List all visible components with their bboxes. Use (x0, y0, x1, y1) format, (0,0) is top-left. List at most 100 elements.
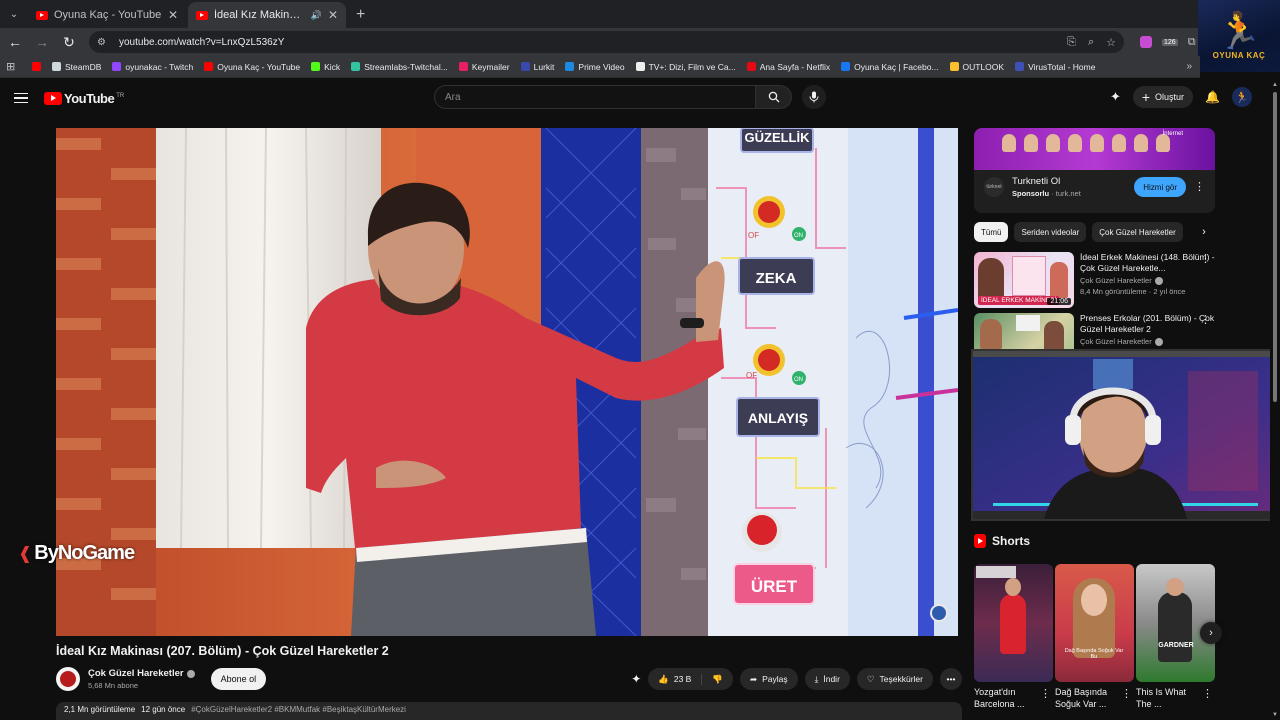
chip-all[interactable]: Tümü (974, 222, 1009, 242)
audio-playing-icon[interactable]: 🔊 (311, 10, 322, 21)
logo-label: OYUNA KAÇ (1212, 50, 1266, 60)
youtube-favicon-icon (36, 10, 48, 20)
sponsored-ad-card[interactable]: İnternet türknet Turknetli Ol Sponsorlu … (974, 128, 1215, 213)
browser-tab[interactable]: Oyuna Kaç - YouTube ✕ (28, 2, 186, 28)
tab-close-icon[interactable]: ✕ (168, 8, 178, 22)
video-frame: GÜZELLİK OF ON ZEKA OF ON ANLAYIŞ ÜRET (56, 128, 958, 636)
video-thumbnail[interactable] (974, 313, 1074, 349)
extensions-puzzle-icon[interactable]: ⧉ (1188, 36, 1196, 49)
ai-sparkle-icon[interactable]: ✦ (1110, 89, 1121, 105)
search-button[interactable] (756, 85, 792, 109)
scroll-up-icon[interactable]: ▲ (1272, 82, 1278, 88)
more-vert-icon[interactable]: ⋮ (1121, 689, 1132, 700)
scrollbar-thumb[interactable] (1273, 92, 1277, 402)
switch-label: OF (746, 371, 757, 380)
verified-check-icon (1154, 337, 1163, 346)
chevron-right-icon[interactable]: › (1193, 221, 1215, 243)
bookmark-item[interactable]: TV+: Dizi, Film ve Ca... (635, 62, 736, 72)
recommended-video[interactable]: Prenses Erkolar (201. Bölüm) - Çok Güzel… (974, 313, 1215, 349)
browser-tab-active[interactable]: İdeal Kız Makinası (207. Bölüm) 🔊 ✕ (188, 2, 346, 28)
channel-name[interactable]: Çok Güzel Hareketler (88, 668, 195, 679)
subscribe-button[interactable]: Abone ol (210, 668, 267, 690)
menu-icon[interactable] (14, 92, 28, 104)
ad-cta-button[interactable]: Hizmi gör (1134, 177, 1186, 197)
bookmark-item[interactable]: Oyuna Kaç | Facebo... (841, 62, 939, 72)
short-thumbnail[interactable] (974, 564, 1053, 682)
create-button[interactable]: + Oluştur (1132, 86, 1194, 108)
extension-icon[interactable] (1140, 36, 1152, 48)
download-button[interactable]: ⤓ İndir (804, 668, 850, 690)
recommended-channel-text: Çok Güzel Hareketler (1080, 337, 1152, 346)
plus-icon: + (1141, 89, 1151, 105)
channel-watermark-icon[interactable] (930, 604, 948, 622)
youtube-logo[interactable]: YouTube TR (44, 91, 124, 106)
bookmark-item[interactable] (32, 62, 41, 71)
more-vert-icon[interactable]: ⋮ (1200, 315, 1211, 326)
ad-more-icon[interactable]: ⋮ (1194, 181, 1205, 193)
bookmark-label: oyunakac - Twitch (125, 61, 194, 72)
search-input[interactable]: Ara (434, 85, 756, 109)
ad-banner-image[interactable]: İnternet (974, 128, 1215, 170)
chip-channel[interactable]: Çok Güzel Hareketler (1092, 222, 1183, 242)
account-avatar[interactable]: 🏃 (1232, 87, 1252, 107)
hashtags[interactable]: #ÇokGüzelHareketler2 #BKMMutfak #Beşikta… (191, 705, 406, 717)
bookmark-item[interactable]: Ana Sayfa - Netflix (746, 62, 830, 72)
more-vert-icon[interactable]: ⋮ (1200, 254, 1211, 265)
site-info-icon[interactable]: ⚙ (97, 37, 109, 48)
bookmark-item[interactable]: Oyuna Kaç - YouTube (204, 62, 300, 72)
bookmark-item[interactable]: OUTLOOK (949, 62, 1004, 72)
short-thumbnail[interactable]: Dağ Başında Soğuk Var Bu (1055, 564, 1134, 682)
more-actions-button[interactable]: ••• (940, 668, 962, 690)
more-vert-icon[interactable]: ⋮ (1040, 689, 1051, 700)
bookmark-item[interactable]: Prime Video (565, 62, 625, 72)
tab-search-icon[interactable]: ⌄ (0, 0, 28, 28)
video-thumbnail[interactable]: İDEAL ERKEK MAKİNESİ 21:06 (974, 252, 1074, 308)
bookmark-item[interactable]: VirusTotal - Home (1015, 62, 1095, 72)
channel-avatar[interactable] (56, 667, 80, 691)
bookmark-favicon-icon (32, 62, 41, 71)
bookmark-item[interactable]: Lurkit (520, 62, 554, 72)
back-icon[interactable]: ← (3, 30, 27, 54)
bookmark-label: SteamDB (65, 61, 102, 72)
ask-ai-icon[interactable]: ✦ (631, 672, 641, 686)
bookmark-item[interactable]: Streamlabs-Twitchal... (351, 62, 448, 72)
bookmark-item[interactable]: Keymailer (458, 62, 510, 72)
shorts-heading: Shorts (992, 534, 1031, 548)
page-scrollbar[interactable]: ▲ ▼ (1270, 80, 1280, 720)
short-item[interactable]: Dağ Başında Soğuk Var Bu Dağ Başında Soğ… (1055, 564, 1134, 710)
share-button[interactable]: ➦ Paylaş (739, 668, 798, 690)
voice-search-button[interactable] (802, 85, 826, 109)
notifications-bell-icon[interactable]: 🔔 (1205, 90, 1220, 104)
like-button[interactable]: 👍 23 B (648, 673, 703, 685)
video-player[interactable]: GÜZELLİK OF ON ZEKA OF ON ANLAYIŞ ÜRET (56, 128, 958, 636)
recommended-channel: Çok Güzel Hareketler (1080, 337, 1215, 346)
address-bar[interactable]: ⚙ youtube.com/watch?v=LnxQzL536zY ⎘ ⌕ ☆ (89, 31, 1124, 53)
reload-icon[interactable]: ↻ (57, 30, 81, 54)
recommended-video[interactable]: İDEAL ERKEK MAKİNESİ 21:06 İdeal Erkek M… (974, 252, 1215, 308)
bookmark-favicon-icon (458, 62, 468, 71)
flame-icon: ❰ (18, 543, 33, 563)
bookmark-item[interactable]: oyunakac - Twitch (112, 62, 193, 72)
extension-badge[interactable]: 126 (1162, 38, 1178, 46)
tab-close-icon[interactable]: ✕ (328, 8, 338, 22)
short-item[interactable]: Yozgat'dın Barcelona ... ⋮ (974, 564, 1053, 710)
dislike-button[interactable]: 👎 (702, 674, 733, 685)
ad-sponsored-line: Sponsorlu · turk.net (1012, 189, 1081, 198)
bookmark-item[interactable]: SteamDB (52, 62, 101, 72)
bookmarks-overflow-button[interactable]: » (1186, 61, 1192, 72)
scroll-down-icon[interactable]: ▼ (1272, 712, 1278, 718)
zoom-icon[interactable]: ⌕ (1088, 36, 1094, 49)
shorts-next-chevron-icon[interactable]: › (1200, 622, 1222, 644)
forward-icon[interactable]: → (30, 30, 54, 54)
new-tab-button[interactable]: + (348, 2, 373, 28)
apps-grid-icon[interactable]: ⊞ (6, 60, 20, 73)
overlay-logo-text: ByNoGame (34, 542, 135, 564)
more-vert-icon[interactable]: ⋮ (1202, 689, 1213, 700)
chip-series[interactable]: Seriden videolar (1014, 222, 1087, 242)
bookmark-star-icon[interactable]: ☆ (1106, 36, 1116, 49)
bookmark-item[interactable]: Kick (311, 62, 340, 72)
install-app-icon[interactable]: ⎘ (1067, 36, 1076, 49)
thanks-button[interactable]: ♡ Teşekkürler (856, 668, 933, 690)
description-box[interactable]: 2,1 Mn görüntüleme 12 gün önce #ÇokGüzel… (56, 702, 962, 720)
short-thumbnail[interactable]: GARDNER (1136, 564, 1215, 682)
